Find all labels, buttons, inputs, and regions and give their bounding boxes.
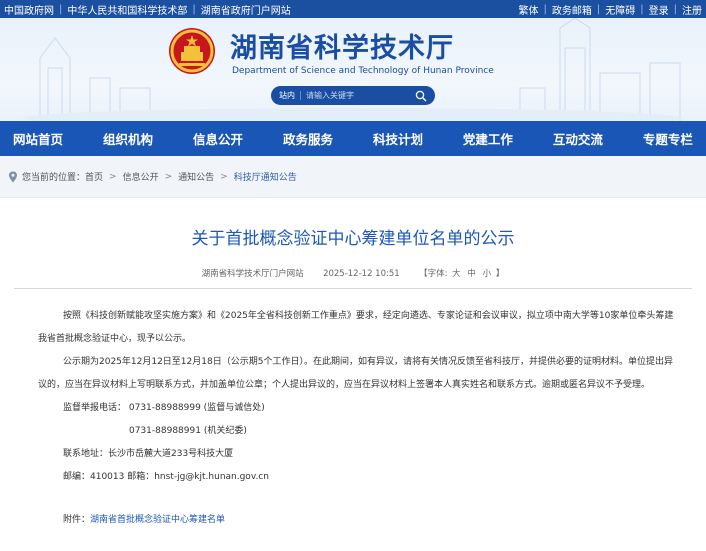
breadcrumb-item-info[interactable]: 信息公开: [123, 170, 159, 183]
font-size-medium[interactable]: 中: [467, 269, 476, 279]
link-china-gov[interactable]: 中国政府网: [4, 2, 54, 17]
font-size-small[interactable]: 小: [483, 269, 492, 279]
attachment-link[interactable]: 湖南省首批概念验证中心筹建名单: [90, 515, 225, 525]
divider: [14, 288, 692, 289]
font-size-label: 【字体:: [419, 269, 448, 279]
breadcrumb-item-current[interactable]: 科技厅通知公告: [234, 170, 297, 183]
contact-postal-email: 邮编：410013 邮箱：hnst-jg@kjt.hunan.gov.cn: [63, 472, 269, 482]
breadcrumb-prefix: 您当前的位置：: [22, 173, 86, 183]
location-pin-icon: [9, 171, 17, 182]
site-subtitle: Department of Science and Technology of …: [232, 66, 494, 76]
paragraph-notice-period: 公示期为2025年12月12日至12月18日（公示期5个工作日）。在此期间，如有…: [38, 357, 673, 390]
nav-organization[interactable]: 组织机构: [103, 129, 153, 148]
article-title: 关于首批概念验证中心筹建单位名单的公示: [191, 229, 515, 249]
nav-party-building[interactable]: 党建工作: [463, 129, 513, 148]
article-date: 2025-12-12 10:51: [323, 269, 400, 279]
article: 关于首批概念验证中心筹建单位名单的公示 湖南省科学技术厅门户网站 2025-12…: [0, 224, 706, 527]
breadcrumb-arrow: >: [109, 171, 117, 182]
link-traditional[interactable]: 繁体: [519, 2, 539, 17]
nav-gov-services[interactable]: 政务服务: [283, 129, 333, 148]
attachment-label: 附件：: [63, 515, 91, 525]
font-size-large[interactable]: 大: [452, 269, 461, 279]
site-header: 中国政府网 | 中华人民共和国科学技术部 | 湖南省政府门户网站 繁体 | 政务…: [0, 0, 706, 121]
link-gov-mail[interactable]: 政务邮箱: [552, 2, 592, 17]
breadcrumb: 您当前的位置： 首页 > 信息公开 > 通知公告 > 科技厅通知公告: [0, 156, 706, 198]
link-most[interactable]: 中华人民共和国科学技术部: [67, 2, 187, 17]
contact-address: 联系地址：长沙市岳麓大道233号科技大厦: [63, 449, 234, 459]
article-body: 按照《科技创新赋能攻坚实施方案》和《2025年全省科技创新工作重点》要求，经定向…: [14, 305, 692, 527]
nav-home[interactable]: 网站首页: [13, 129, 63, 148]
link-login[interactable]: 登录: [649, 2, 669, 17]
link-accessibility[interactable]: 无障碍: [605, 2, 635, 17]
site-search: 站内 |: [271, 86, 435, 105]
national-emblem-icon: [169, 28, 215, 74]
phone-supervision: 监督举报电话： 0731-88988999 (监督与诚信处): [63, 403, 265, 413]
main-nav: 网站首页 组织机构 信息公开 政务服务 科技计划 党建工作 互动交流 专题专栏: [0, 121, 706, 156]
link-hunan-gov[interactable]: 湖南省政府门户网站: [201, 2, 291, 17]
article-source: 湖南省科学技术厅门户网站: [201, 269, 304, 279]
search-icon[interactable]: [415, 90, 427, 102]
breadcrumb-item-notice[interactable]: 通知公告: [178, 170, 214, 183]
breadcrumb-item-home[interactable]: 首页: [85, 170, 103, 183]
nav-sci-tech-plan[interactable]: 科技计划: [373, 129, 423, 148]
top-utility-bar: 中国政府网 | 中华人民共和国科学技术部 | 湖南省政府门户网站 繁体 | 政务…: [0, 0, 706, 18]
link-register[interactable]: 注册: [682, 2, 702, 17]
attachment: 附件：湖南省首批概念验证中心筹建名单: [38, 513, 677, 527]
breadcrumb-arrow: >: [220, 171, 228, 182]
nav-interaction[interactable]: 互动交流: [553, 129, 603, 148]
article-meta: 湖南省科学技术厅门户网站 2025-12-12 10:51 【字体: 大 中 小…: [14, 267, 692, 279]
site-title: 湖南省科学技术厅: [230, 33, 454, 64]
breadcrumb-arrow: >: [164, 171, 173, 182]
nav-special-topics[interactable]: 专题专栏: [643, 129, 693, 148]
font-size-close: 】: [495, 269, 505, 279]
paragraph-intro: 按照《科技创新赋能攻坚实施方案》和《2025年全省科技创新工作重点》要求，经定向…: [38, 311, 674, 344]
phone-discipline: 0731-88988991 (机关纪委): [129, 426, 247, 436]
search-input[interactable]: [306, 91, 395, 100]
nav-info-disclosure[interactable]: 信息公开: [193, 129, 243, 148]
search-scope-label[interactable]: 站内: [279, 90, 295, 101]
